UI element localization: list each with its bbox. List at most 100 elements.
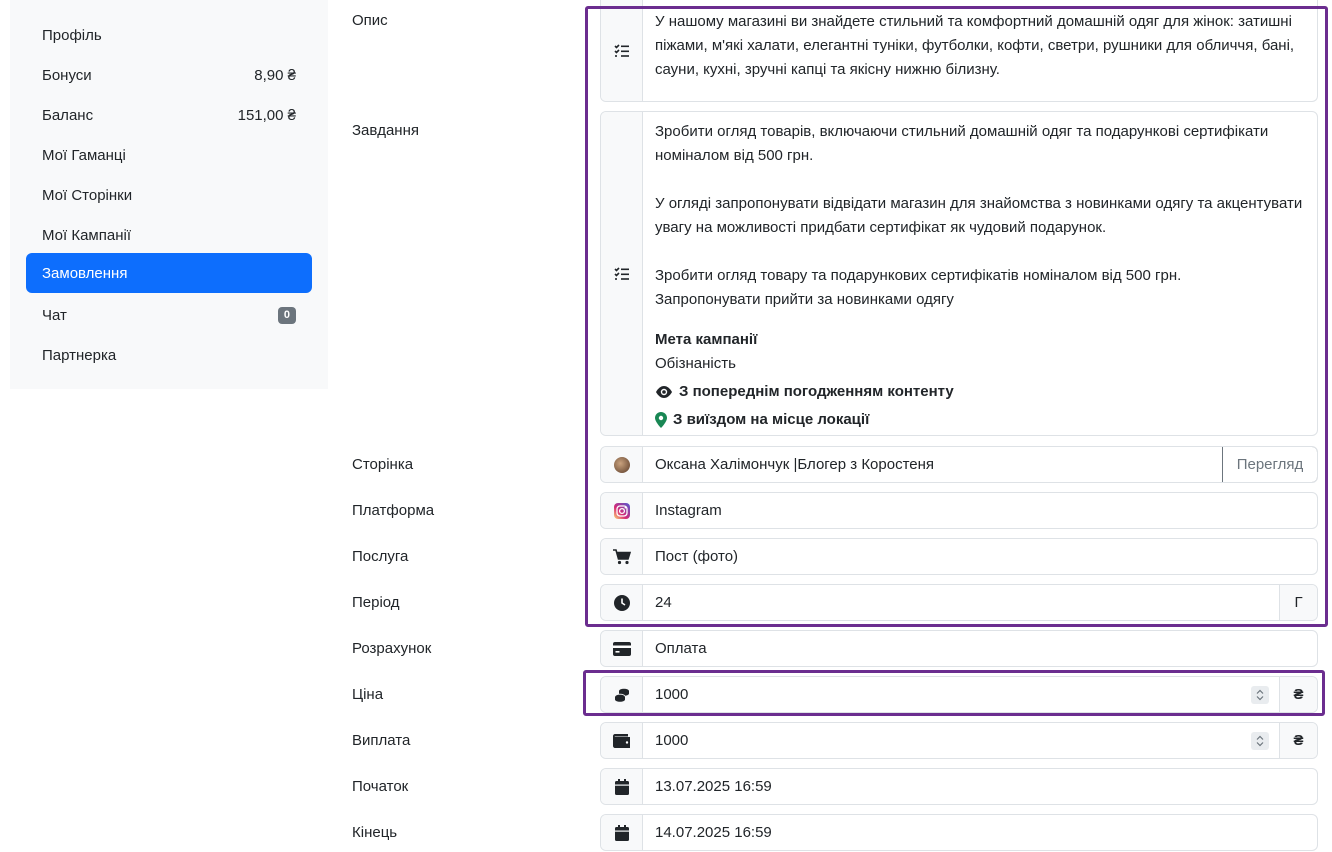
page-label: Сторінка [352,456,414,473]
description-textarea[interactable]: У нашому магазині ви знайдете стильний т… [643,0,1317,101]
sidebar-item-label: Замовлення [42,264,128,282]
price-value: 1000 [655,686,689,703]
location-row: З виїздом на місце локації [655,408,1305,432]
service-select[interactable]: Пост (фото) [643,539,1317,574]
description-group: У нашому магазині ви знайдете стильний т… [600,0,1318,102]
task-paragraph: Зробити огляд товарів, включаючи стильни… [655,123,1269,164]
period-label: Період [352,594,400,611]
payout-addon [601,723,643,758]
start-addon [601,769,643,804]
sidebar-item-balance[interactable]: Баланс 151,00 ₴ [26,95,312,135]
start-label: Початок [352,778,409,795]
bonuses-amount: 8,90 ₴ [254,66,296,84]
view-button[interactable]: Перегляд [1222,447,1317,482]
instagram-icon [613,502,630,519]
chat-count-badge: 0 [277,306,296,324]
calendar-icon [614,778,629,795]
sidebar-item-label: Баланс [42,106,94,124]
price-group: 1000 ₴ [600,676,1318,713]
page-input[interactable]: Оксана Халімончук |Блогер з Коростеня [643,447,1222,482]
sidebar: Профіль Бонуси 8,90 ₴ Баланс 151,00 ₴ Мо… [10,0,328,389]
payout-input[interactable]: 1000 [643,723,1279,758]
spinner-arrows-icon [1256,735,1264,746]
list-check-icon [613,43,629,57]
price-input[interactable]: 1000 [643,677,1279,712]
platform-label: Платформа [352,502,435,519]
clock-icon [613,594,630,611]
platform-input[interactable]: Instagram [643,493,1317,528]
list-check-icon [613,266,629,280]
task-group: Зробити огляд товарів, включаючи стильни… [600,111,1318,436]
start-group: 13.07.2025 16:59 [600,768,1318,805]
sidebar-item-wallets[interactable]: Мої Гаманці [26,135,312,175]
price-label: Ціна [352,686,384,703]
service-label: Послуга [352,548,409,565]
description-label: Опис [352,12,388,29]
service-addon [601,539,643,574]
payout-value: 1000 [655,732,689,749]
description-addon [601,0,643,101]
sidebar-item-label: Мої Сторінки [42,186,133,204]
period-unit: Г [1279,585,1317,620]
end-addon [601,815,643,850]
sidebar-item-campaigns[interactable]: Мої Кампанії [26,215,312,255]
sidebar-item-label: Профіль [42,26,102,44]
goal-value: Обізнаність [655,355,736,372]
settlement-select[interactable]: Оплата [643,631,1317,666]
sidebar-item-label: Партнерка [42,346,117,364]
sidebar-item-profile[interactable]: Профіль [26,15,312,55]
end-label: Кінець [352,824,398,841]
coins-icon [614,688,629,702]
sidebar-item-orders[interactable]: Замовлення [26,253,312,293]
period-group: 24 Г [600,584,1318,621]
approval-text: З попереднім погодженням контенту [679,383,954,400]
settlement-addon [601,631,643,666]
map-pin-icon [655,412,667,428]
credit-card-icon [612,641,631,656]
payout-group: 1000 ₴ [600,722,1318,759]
sidebar-item-label: Мої Гаманці [42,146,126,164]
price-addon [601,677,643,712]
start-datetime-input[interactable]: 13.07.2025 16:59 [643,769,1317,804]
spinner-arrows-icon [1256,689,1264,700]
approval-row: З попереднім погодженням контенту [655,380,1305,404]
page-addon [601,447,643,482]
sidebar-item-chat[interactable]: Чат 0 [26,295,312,335]
task-paragraph: Зробити огляд товару та подарункових сер… [655,267,1182,284]
calendar-icon [614,824,629,841]
period-input[interactable]: 24 [643,585,1279,620]
end-group: 14.07.2025 16:59 [600,814,1318,851]
balance-amount: 151,00 ₴ [237,106,296,124]
settlement-group: Оплата [600,630,1318,667]
task-textarea[interactable]: Зробити огляд товарів, включаючи стильни… [643,112,1317,435]
cart-icon [612,548,631,564]
price-currency: ₴ [1279,677,1317,712]
payout-label: Виплата [352,732,411,749]
sidebar-item-label: Мої Кампанії [42,226,131,244]
goal-title: Мета кампанії [655,331,758,348]
avatar [613,456,630,473]
page-group: Оксана Халімончук |Блогер з Коростеня Пе… [600,446,1318,483]
sidebar-item-bonuses[interactable]: Бонуси 8,90 ₴ [26,55,312,95]
settlement-label: Розрахунок [352,640,432,657]
price-spinner[interactable] [1251,685,1269,704]
task-addon [601,112,643,435]
service-group: Пост (фото) [600,538,1318,575]
period-addon [601,585,643,620]
sidebar-item-label: Чат [42,306,67,324]
end-datetime-input[interactable]: 14.07.2025 16:59 [643,815,1317,850]
task-label: Завдання [352,122,419,139]
payout-currency: ₴ [1279,723,1317,758]
platform-addon [601,493,643,528]
payout-spinner[interactable] [1251,731,1269,750]
sidebar-item-partner[interactable]: Партнерка [26,335,312,375]
task-paragraph: У огляді запропонувати відвідати магазин… [655,195,1303,236]
sidebar-item-pages[interactable]: Мої Сторінки [26,175,312,215]
sidebar-item-label: Бонуси [42,66,92,84]
eye-icon [656,386,672,398]
location-text: З виїздом на місце локації [673,411,870,428]
description-text: У нашому магазині ви знайдете стильний т… [655,13,1295,78]
wallet-icon [612,733,630,748]
task-paragraph: Запропонувати прийти за новинками одягу [655,291,954,308]
platform-group: Instagram [600,492,1318,529]
